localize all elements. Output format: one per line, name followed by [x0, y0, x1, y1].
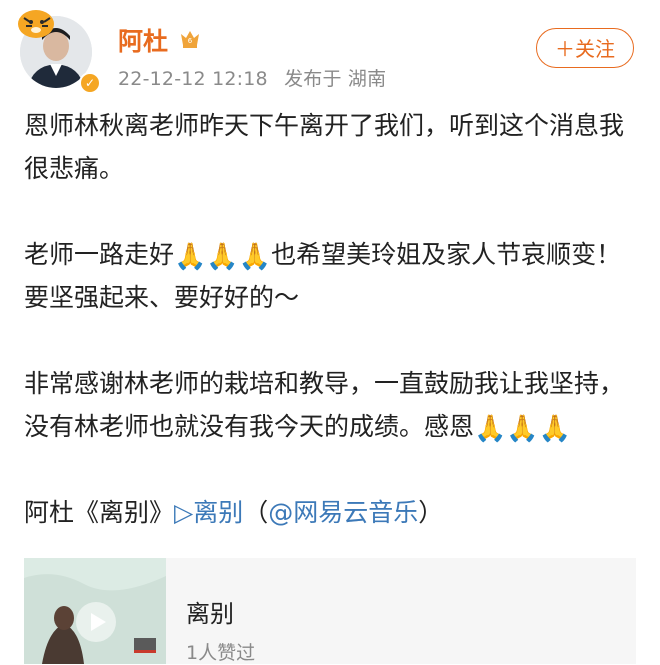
- song-line-prefix: 阿杜《离别》: [24, 498, 175, 527]
- svg-text:6: 6: [188, 37, 193, 45]
- paragraph-2-part-a: 老师一路走好: [24, 240, 175, 269]
- post-body: 恩师林秋离老师昨天下午离开了我们，听到这个消息我很悲痛。 老师一路走好🙏🙏🙏也希…: [24, 104, 636, 534]
- pray-emoji-icon: 🙏: [538, 414, 572, 444]
- pray-emoji-icon: 🙏: [174, 242, 207, 272]
- pray-emoji-icon: 🙏: [206, 242, 239, 272]
- post-paragraph-3: 非常感谢林老师的栽培和教导，一直鼓励我让我坚持，没有林老师也就没有我今天的成绩。…: [24, 362, 636, 448]
- album-cover[interactable]: [24, 558, 166, 664]
- tiger-frame-icon: [16, 6, 58, 42]
- song-source-link[interactable]: @网易云音乐: [268, 498, 418, 527]
- author-name[interactable]: 阿杜: [118, 22, 168, 58]
- pray-emoji-icon: 🙏: [474, 414, 507, 444]
- music-card[interactable]: 离别 1人赞过: [24, 558, 636, 664]
- song-source-close: ）: [418, 498, 444, 527]
- play-icon[interactable]: [76, 602, 116, 642]
- song-line: 阿杜《离别》▷离别（@网易云音乐）: [24, 491, 636, 534]
- post-source: 发布于 湖南: [284, 68, 387, 90]
- vip-crown-icon[interactable]: 6: [178, 26, 202, 50]
- pray-emoji-icon: 🙏: [506, 414, 539, 444]
- post-meta: 22-12-12 12:18 发布于 湖南: [118, 64, 396, 91]
- pray-emoji-icon: 🙏: [238, 242, 272, 272]
- post-timestamp: 22-12-12 12:18: [118, 68, 268, 90]
- song-source-open: （: [243, 498, 269, 527]
- verified-badge-icon: ✓: [79, 72, 101, 94]
- post-header: ✓ 阿杜 6 22-12-12 12:18 发布于 湖南 ＋关注: [0, 0, 660, 100]
- avatar[interactable]: ✓: [16, 6, 101, 94]
- music-card-title: 离别: [186, 600, 234, 628]
- follow-button[interactable]: ＋关注: [536, 28, 634, 68]
- song-link[interactable]: ▷离别: [174, 498, 243, 527]
- post-paragraph-2: 老师一路走好🙏🙏🙏也希望美玲姐及家人节哀顺变！要坚强起来、要好好的～: [24, 233, 636, 319]
- post-paragraph-1: 恩师林秋离老师昨天下午离开了我们，听到这个消息我很悲痛。: [24, 111, 625, 183]
- music-card-likes: 1人赞过: [186, 642, 256, 664]
